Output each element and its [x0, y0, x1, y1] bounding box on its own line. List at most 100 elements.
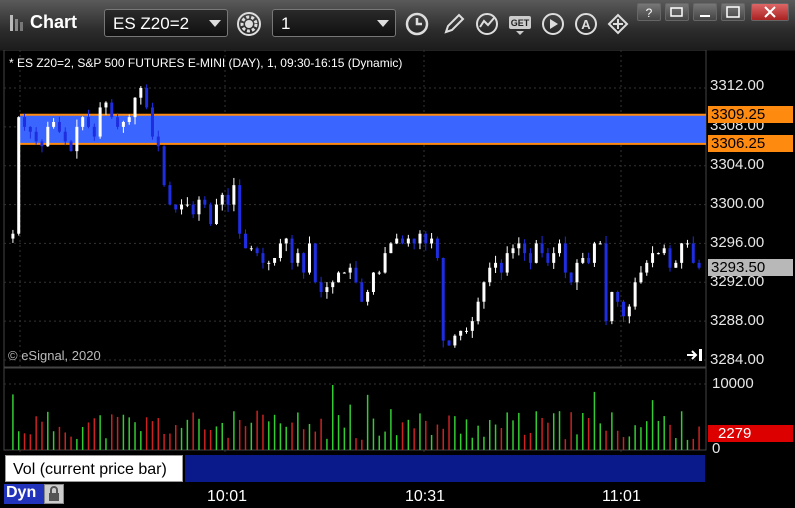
price-tick: 3284.00: [710, 351, 765, 368]
candle-body: [319, 282, 323, 292]
chevron-down-icon[interactable]: [377, 20, 389, 27]
chart-app-icon: [10, 15, 23, 31]
svg-text:?: ?: [646, 6, 653, 20]
get-data-icon[interactable]: GET: [507, 11, 533, 37]
candle-body: [81, 117, 85, 127]
candle-body: [267, 262, 271, 264]
candle-body: [238, 185, 242, 234]
close-panel-icon[interactable]: x: [170, 453, 177, 468]
candle-body: [494, 262, 498, 268]
candle-body: [552, 253, 556, 263]
cursor-icon[interactable]: [605, 11, 631, 37]
pin-right-icon[interactable]: [686, 348, 704, 362]
candle-body: [168, 185, 172, 205]
symbol-value: ES Z20=2: [113, 14, 190, 33]
candle-body: [40, 141, 44, 147]
candle-body: [313, 243, 317, 283]
candle-body: [587, 258, 591, 263]
candle-body: [651, 253, 655, 263]
candle-body: [680, 243, 684, 263]
alert-icon[interactable]: A: [573, 11, 599, 37]
close-icon: [764, 6, 776, 18]
time-tick: 10:31: [405, 488, 446, 505]
candle-body: [261, 253, 265, 263]
restore-button[interactable]: [665, 3, 689, 21]
symbol-input[interactable]: ES Z20=2: [104, 9, 228, 37]
candle-body: [424, 233, 428, 244]
candle-body: [523, 243, 527, 254]
price-tick: 3312.00: [710, 77, 765, 94]
chevron-down-icon[interactable]: [209, 20, 221, 27]
candle-body: [430, 238, 434, 244]
candle-body: [691, 243, 695, 263]
volume-panel-label[interactable]: Vol (current price bar): [5, 455, 183, 482]
study-icon[interactable]: [474, 11, 500, 37]
candle-body: [610, 292, 614, 322]
candle-body: [110, 102, 114, 118]
candle-body: [453, 335, 457, 346]
lock-button[interactable]: [44, 484, 64, 504]
candle-body: [197, 199, 201, 215]
candle-body: [116, 117, 120, 127]
maximize-button[interactable]: [693, 3, 717, 21]
candle-body: [558, 243, 562, 254]
candle-body: [337, 272, 341, 283]
price-tick: 3300.00: [710, 195, 765, 212]
candle-body: [226, 194, 230, 205]
candle-body: [505, 253, 509, 273]
candle-body: [435, 238, 439, 258]
candle-body: [685, 243, 689, 245]
candle-body: [23, 117, 27, 127]
candle-body: [191, 204, 195, 215]
help-button[interactable]: ?: [637, 3, 661, 21]
maximize-window-button[interactable]: [721, 3, 745, 21]
candle-body: [528, 253, 532, 263]
candle-body: [360, 282, 364, 302]
candle-body: [133, 97, 137, 118]
candle-body: [656, 253, 660, 255]
candle-body: [366, 292, 370, 302]
candle-body: [389, 243, 393, 254]
candle-body: [174, 204, 178, 210]
copyright-text: © eSignal, 2020: [8, 348, 101, 363]
lock-icon: [49, 486, 59, 501]
volume-tick: 10000: [712, 375, 754, 392]
minimize-icon: [700, 15, 710, 17]
candle-body: [633, 282, 637, 307]
candle-body: [185, 204, 189, 206]
dynamic-button[interactable]: Dyn: [4, 484, 44, 504]
candle-body: [627, 306, 631, 317]
svg-text:A: A: [581, 17, 591, 32]
price-chart[interactable]: [0, 50, 795, 508]
candle-body: [87, 117, 91, 127]
candle-body: [371, 272, 375, 292]
candle-body: [273, 258, 277, 263]
candle-body: [127, 117, 131, 122]
candle-body: [290, 238, 294, 263]
close-button[interactable]: [751, 3, 789, 21]
clock-icon[interactable]: [404, 11, 430, 37]
price-tick: 3288.00: [710, 312, 765, 329]
candle-body: [46, 126, 50, 147]
symbol-settings-icon[interactable]: [236, 11, 262, 37]
candle-body: [459, 330, 463, 336]
candle-body: [220, 194, 224, 205]
price-panel-bg: [3, 50, 707, 368]
candle-body: [482, 282, 486, 302]
candle-body: [34, 131, 38, 142]
candle-body: [11, 233, 15, 239]
candle-body: [214, 204, 218, 224]
candle-body: [697, 262, 701, 268]
maximize-icon: [726, 6, 740, 18]
last-price-flag: 3293.50: [708, 259, 793, 276]
candle-body: [232, 185, 236, 205]
candle-body: [92, 126, 96, 137]
candle-body: [464, 330, 468, 332]
zone-upper-flag: 3309.25: [708, 106, 793, 123]
draw-pen-icon[interactable]: [441, 11, 467, 37]
candle-body: [418, 233, 422, 244]
interval-input[interactable]: 1: [272, 9, 396, 37]
candle-body: [401, 238, 405, 244]
play-icon[interactable]: [540, 11, 566, 37]
candle-body: [447, 340, 451, 346]
